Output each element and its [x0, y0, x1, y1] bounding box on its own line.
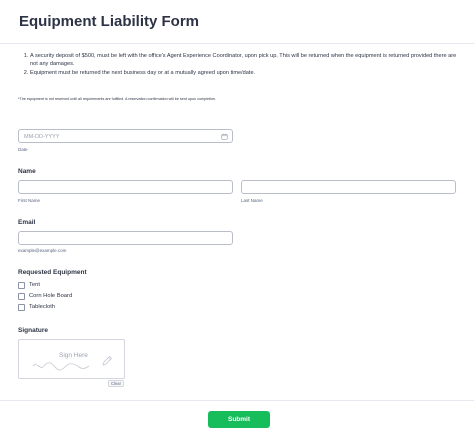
form-header: Equipment Liability Form	[0, 0, 474, 44]
checkbox[interactable]	[18, 292, 25, 300]
date-placeholder: MM-DD-YYYY	[24, 133, 60, 140]
email-input[interactable]	[18, 231, 233, 245]
clear-signature-button[interactable]: Clear	[108, 380, 124, 387]
signature-placeholder: Sign Here	[59, 352, 88, 359]
last-name-sublabel: Last Name	[241, 198, 263, 203]
checkbox-option-tablecloth[interactable]: Tablecloth	[18, 303, 55, 311]
signature-label: Signature	[18, 327, 48, 334]
name-label: Name	[18, 168, 36, 175]
form-title: Equipment Liability Form	[19, 13, 200, 30]
signature-pad[interactable]: Sign Here	[18, 339, 125, 379]
checkbox[interactable]	[18, 281, 25, 289]
checkbox-option-tent[interactable]: Tent	[18, 281, 40, 289]
footer-divider	[0, 400, 474, 401]
first-name-input[interactable]	[18, 180, 233, 194]
term-item: A security deposit of $500, must be left…	[30, 52, 460, 68]
fine-print: *The equipment is not reserved until all…	[18, 97, 216, 101]
signature-scribble-icon	[32, 362, 90, 371]
equipment-label: Requested Equipment	[18, 269, 87, 276]
date-input[interactable]: MM-DD-YYYY	[18, 129, 233, 143]
checkbox-option-corn-hole-board[interactable]: Corn Hole Board	[18, 292, 72, 300]
checkbox[interactable]	[18, 303, 25, 311]
submit-button[interactable]: Submit	[208, 411, 270, 428]
first-name-sublabel: First Name	[18, 198, 41, 203]
terms-list: A security deposit of $500, must be left…	[18, 52, 460, 78]
calendar-icon[interactable]	[221, 133, 228, 140]
email-label: Email	[18, 219, 36, 226]
email-sublabel: example@example.com	[18, 248, 67, 253]
checkbox-label: Corn Hole Board	[29, 293, 73, 299]
checkbox-label: Tablecloth	[29, 304, 56, 310]
last-name-input[interactable]	[241, 180, 456, 194]
pen-icon	[102, 355, 113, 366]
date-sublabel: Date	[18, 147, 28, 152]
term-item: Equipment must be returned the next busi…	[30, 69, 460, 77]
checkbox-label: Tent	[29, 282, 40, 288]
